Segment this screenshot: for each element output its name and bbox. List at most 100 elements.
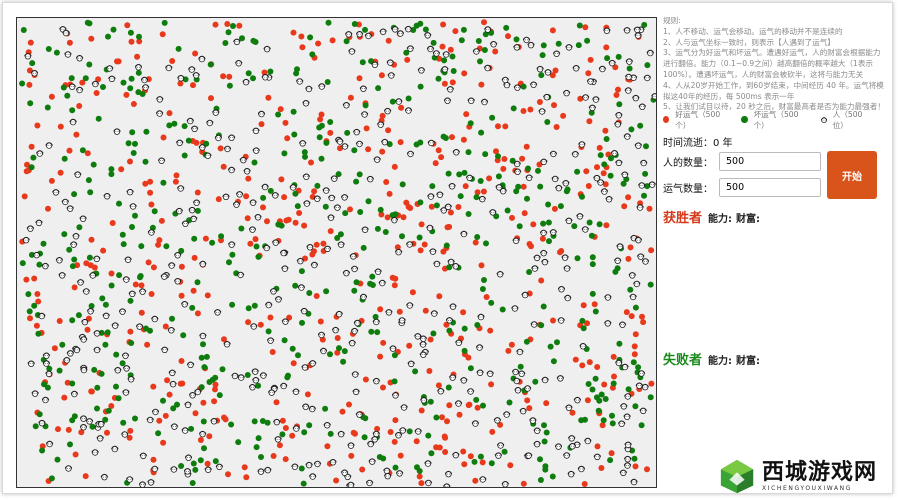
bad-luck-dot <box>212 458 219 465</box>
good-luck-dot <box>608 450 615 457</box>
person-icon <box>637 253 645 260</box>
person-icon <box>93 255 101 263</box>
person-icon <box>86 418 93 425</box>
good-luck-dot <box>487 327 494 334</box>
person-icon <box>449 303 457 310</box>
bad-luck-dot <box>229 301 236 308</box>
winner-wealth-label: 财富: <box>736 214 761 225</box>
bad-luck-dot <box>166 122 173 129</box>
person-icon <box>337 430 345 438</box>
bad-luck-dot <box>361 434 368 441</box>
luck-count-input[interactable] <box>719 178 821 197</box>
person-icon <box>267 337 275 344</box>
person-icon <box>619 469 627 477</box>
person-icon <box>572 65 580 72</box>
good-luck-dot <box>100 247 107 254</box>
watermark-en: XICHENGYOUXIWANG <box>762 484 852 492</box>
bad-luck-dot <box>132 415 138 422</box>
bad-luck-dot <box>474 234 481 240</box>
good-luck-dot <box>519 155 526 162</box>
bad-luck-dot <box>116 200 122 207</box>
person-icon <box>405 107 412 114</box>
person-icon <box>636 204 644 211</box>
person-icon <box>460 230 468 238</box>
bad-luck-dot <box>596 221 603 228</box>
bad-luck-dot <box>95 115 102 122</box>
bad-luck-dot <box>465 211 472 217</box>
person-icon <box>167 327 175 334</box>
person-icon <box>335 310 343 318</box>
person-icon <box>533 440 541 448</box>
person-icon <box>452 451 460 459</box>
person-icon <box>310 261 318 269</box>
person-icon <box>356 140 363 148</box>
rule-line: 100%）。遭遇坏运气，人的财富会被砍半，这将与能力无关 <box>663 69 864 79</box>
good-luck-dot <box>610 353 617 360</box>
person-icon <box>65 465 72 472</box>
bad-luck-dot <box>322 405 329 412</box>
bad-luck-dot <box>135 69 142 76</box>
good-luck-dot <box>440 21 447 28</box>
good-luck-dot <box>150 264 157 271</box>
bad-luck-dot <box>603 136 610 142</box>
bad-luck-dot <box>138 243 145 250</box>
person-icon <box>199 332 207 340</box>
good-luck-dot <box>27 315 33 322</box>
good-luck-dot <box>48 177 55 184</box>
bad-luck-dot <box>31 302 38 309</box>
winner-title: 获胜者 <box>663 211 703 226</box>
person-icon <box>605 196 613 203</box>
person-icon <box>308 405 316 413</box>
bad-luck-dot <box>582 416 588 423</box>
good-luck-dot <box>257 321 264 328</box>
control-panel: 规则: 1、人不移动、运气会移动。运气的移动并不是连续的 2、人与运气坐标一致时… <box>663 16 885 368</box>
bad-luck-dot <box>620 180 627 187</box>
bad-luck-dot <box>69 263 76 270</box>
start-button[interactable]: 开始 <box>827 151 877 199</box>
rules-title: 规则: <box>663 16 681 25</box>
person-icon <box>263 45 271 53</box>
good-luck-dot <box>212 386 218 393</box>
person-icon <box>565 44 573 51</box>
bad-luck-dot <box>631 455 638 462</box>
good-luck-dot <box>500 165 507 172</box>
bad-luck-dot <box>477 58 483 65</box>
good-luck-dot <box>356 75 363 82</box>
bad-luck-dot <box>194 207 201 214</box>
good-luck-dot <box>282 425 289 431</box>
bad-luck-dot <box>544 119 551 125</box>
bad-luck-dot <box>513 36 520 43</box>
bad-luck-dot <box>147 327 153 334</box>
person-icon <box>634 142 642 149</box>
person-icon <box>638 103 646 111</box>
person-icon <box>199 260 207 268</box>
good-luck-dot <box>579 362 586 369</box>
person-icon <box>199 430 207 438</box>
bad-luck-dot <box>642 170 649 177</box>
good-luck-dot <box>247 240 254 247</box>
person-icon <box>111 445 119 453</box>
person-icon <box>170 466 178 473</box>
bad-luck-dot <box>108 171 115 178</box>
person-icon <box>250 323 258 330</box>
person-icon <box>549 229 557 236</box>
good-luck-dot <box>298 33 305 40</box>
person-icon <box>46 440 54 448</box>
people-count-input[interactable] <box>719 152 821 171</box>
bad-luck-dot <box>515 183 522 190</box>
good-luck-dot <box>299 44 306 51</box>
bad-luck-dot <box>369 273 376 280</box>
bad-luck-dot <box>127 29 134 36</box>
good-luck-dot <box>26 81 33 88</box>
bad-luck-dot <box>161 19 168 26</box>
person-icon <box>274 436 282 443</box>
bad-luck-dot <box>281 337 288 344</box>
good-luck-dot <box>290 360 297 367</box>
bad-luck-dot <box>344 129 351 136</box>
good-luck-dot <box>538 277 545 284</box>
bad-luck-dot <box>115 395 122 402</box>
good-luck-dot <box>260 204 266 211</box>
person-icon <box>417 67 425 74</box>
bad-luck-dot <box>45 46 52 52</box>
person-icon <box>581 226 589 233</box>
